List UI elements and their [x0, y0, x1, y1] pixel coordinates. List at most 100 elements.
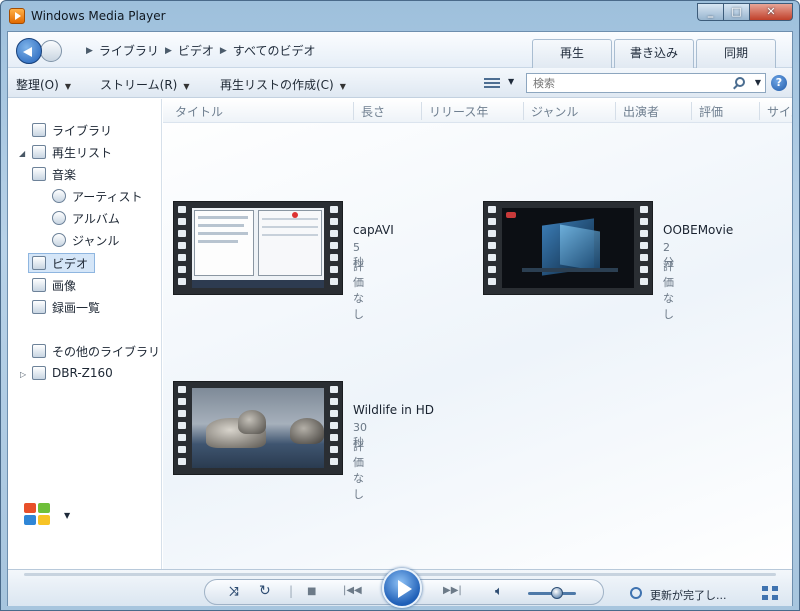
maximize-icon: □ — [731, 5, 742, 18]
column-divider[interactable] — [421, 102, 422, 120]
minimize-button[interactable]: _ — [697, 3, 723, 21]
caret-down-icon[interactable]: ▼ — [64, 511, 70, 520]
next-icon[interactable]: ▶▶| — [443, 585, 462, 596]
tab-burn[interactable]: 書き込み — [614, 39, 694, 68]
column-title[interactable]: タイトル — [175, 103, 223, 120]
column-divider[interactable] — [615, 102, 616, 120]
sidebar-item-label: 録画一覧 — [52, 300, 101, 315]
column-rating[interactable]: 評価 — [699, 103, 723, 120]
tree-collapsed-icon[interactable]: ▷ — [20, 370, 26, 379]
play-button[interactable] — [382, 568, 422, 608]
create-playlist-label: 再生リストの作成(C) — [220, 78, 334, 92]
video-thumbnail[interactable] — [483, 201, 653, 295]
column-genre[interactable]: ジャンル — [531, 103, 578, 120]
tab-play[interactable]: 再生 — [532, 39, 612, 68]
player-controls-bar: ⤨ ↻ | ■ |◀◀ ▶▶| 🔈︎ 更新が完了し... — [8, 568, 792, 608]
music-note-icon — [32, 167, 46, 181]
sidebar-item-music[interactable]: 音楽 — [32, 164, 76, 184]
sync-status-icon — [630, 587, 642, 599]
sidebar-item-artist[interactable]: アーティスト — [52, 186, 143, 206]
breadcrumb-all-videos[interactable]: すべてのビデオ — [233, 42, 316, 59]
column-divider[interactable] — [691, 102, 692, 120]
minimize-icon: _ — [707, 5, 714, 18]
windows-logo-icon[interactable] — [24, 503, 52, 527]
column-divider[interactable] — [523, 102, 524, 120]
breadcrumb: ▶ ライブラリ ▶ ビデオ ▶ すべてのビデオ — [86, 42, 315, 59]
sidebar-item-genre[interactable]: ジャンル — [52, 230, 119, 250]
column-header: タイトル 長さ リリース年 ジャンル 出演者 評価 サイズ — [163, 99, 792, 123]
sidebar-item-label: アルバム — [72, 211, 120, 226]
volume-slider-handle[interactable] — [550, 587, 563, 599]
speaker-icon[interactable]: 🔈︎ — [495, 584, 503, 599]
sidebar-item-label: ビデオ — [52, 256, 89, 271]
column-artist[interactable]: 出演者 — [623, 103, 659, 120]
chevron-right-icon: ▶ — [219, 45, 227, 56]
help-icon[interactable]: ? — [771, 75, 787, 91]
search-input[interactable] — [527, 74, 727, 92]
maximize-button[interactable]: □ — [723, 3, 749, 21]
tv-icon — [32, 300, 46, 314]
video-rating[interactable]: 評価なし — [353, 438, 364, 502]
repeat-icon[interactable]: ↻ — [259, 583, 271, 599]
album-icon — [52, 211, 66, 225]
column-divider[interactable] — [353, 102, 354, 120]
column-size[interactable]: サイズ — [767, 103, 792, 120]
tab-sync[interactable]: 同期 — [696, 39, 776, 68]
caret-down-icon[interactable]: ▼ — [755, 78, 761, 87]
sidebar-item-device[interactable]: DBR-Z160 — [32, 363, 113, 383]
video-thumbnail[interactable] — [173, 381, 343, 475]
forward-button[interactable] — [40, 40, 62, 62]
status-text[interactable]: 更新が完了し... — [650, 587, 727, 603]
content-pane: タイトル 長さ リリース年 ジャンル 出演者 評価 サイズ — [163, 99, 792, 569]
column-divider[interactable] — [759, 102, 760, 120]
sidebar-item-other-libraries[interactable]: その他のライブラリ — [32, 341, 160, 361]
shuffle-icon[interactable]: ⤨ — [229, 584, 239, 599]
navigation-bar: ▶ ライブラリ ▶ ビデオ ▶ すべてのビデオ 再生 書き込み 同期 — [8, 32, 792, 68]
caret-down-icon: ▼ — [339, 82, 346, 91]
column-length[interactable]: 長さ — [361, 103, 385, 120]
client-area: ▶ ライブラリ ▶ ビデオ ▶ すべてのビデオ 再生 書き込み 同期 整理(O)… — [7, 31, 793, 608]
window-controls: _ □ ✕ — [697, 3, 793, 21]
title-bar[interactable]: Windows Media Player _ □ ✕ — [1, 1, 799, 31]
column-release-year[interactable]: リリース年 — [429, 103, 488, 120]
create-playlist-menu[interactable]: 再生リストの作成(C) ▼ — [220, 76, 346, 93]
organize-menu[interactable]: 整理(O) ▼ — [16, 76, 71, 93]
breadcrumb-video[interactable]: ビデオ — [178, 42, 214, 59]
breadcrumb-library[interactable]: ライブラリ — [99, 42, 159, 59]
caret-down-icon: ▼ — [183, 82, 190, 91]
stream-label: ストリーム(R) — [100, 78, 178, 92]
stop-icon[interactable]: ■ — [307, 586, 316, 597]
sidebar-item-playlists[interactable]: 再生リスト — [32, 142, 112, 162]
sidebar-item-label: ジャンル — [72, 233, 120, 248]
view-options-icon[interactable] — [484, 76, 500, 90]
navigation-pane: ライブラリ 再生リスト ◢ 音楽 アーティスト アルバム ジャンル ビデオ 画像… — [8, 99, 162, 569]
library-icon — [32, 123, 46, 137]
sidebar-item-pictures[interactable]: 画像 — [32, 275, 76, 295]
sidebar-item-label: 画像 — [52, 278, 77, 293]
sidebar-item-label: 再生リスト — [52, 145, 113, 160]
back-button[interactable] — [16, 38, 42, 64]
app-window: Windows Media Player _ □ ✕ ▶ ライブラリ ▶ ビデオ… — [0, 0, 800, 611]
sidebar-item-library[interactable]: ライブラリ — [32, 120, 112, 140]
sidebar-item-label: その他のライブラリ — [52, 344, 161, 359]
switch-to-now-playing-icon[interactable] — [762, 586, 778, 600]
picture-icon — [32, 278, 46, 292]
stream-menu[interactable]: ストリーム(R) ▼ — [100, 76, 190, 93]
chevron-right-icon: ▶ — [86, 45, 93, 56]
genre-icon — [52, 233, 66, 247]
sidebar-item-video[interactable]: ビデオ — [28, 253, 96, 273]
video-rating[interactable]: 評価なし — [353, 258, 364, 322]
sidebar-item-album[interactable]: アルバム — [52, 208, 120, 228]
video-rating[interactable]: 評価なし — [663, 258, 674, 322]
video-thumbnail[interactable] — [173, 201, 343, 295]
tree-expanded-icon[interactable]: ◢ — [19, 149, 25, 158]
playlist-icon — [32, 145, 46, 159]
sidebar-item-recorded-tv[interactable]: 録画一覧 — [32, 297, 100, 317]
divider: | — [289, 584, 294, 598]
organize-label: 整理(O) — [16, 78, 59, 92]
caret-down-icon[interactable]: ▼ — [508, 77, 514, 86]
previous-icon[interactable]: |◀◀ — [343, 585, 362, 596]
search-icon[interactable] — [735, 77, 745, 87]
video-title: OOBEMovie — [663, 223, 734, 237]
close-button[interactable]: ✕ — [749, 3, 793, 21]
